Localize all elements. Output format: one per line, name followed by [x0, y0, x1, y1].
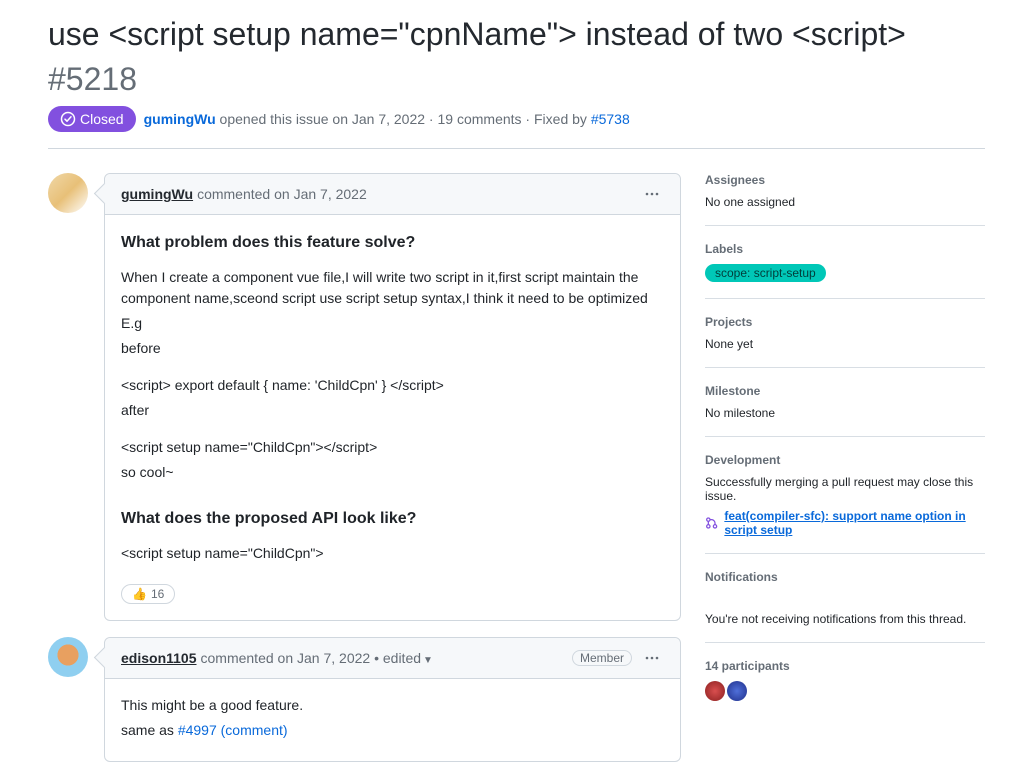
sidebar-milestone: Milestone No milestone [705, 368, 985, 437]
sidebar-participants: 14 participants [705, 643, 985, 717]
comment-author-link[interactable]: gumingWu [121, 186, 193, 202]
body-text: <script> export default { name: 'ChildCp… [121, 375, 664, 396]
issue-author-link[interactable]: gumingWu [144, 111, 216, 127]
comment-action: commented [201, 650, 274, 666]
label-chip[interactable]: scope: script-setup [705, 264, 826, 282]
comment-author-link[interactable]: edison1105 [121, 650, 197, 666]
body-text: This might be a good feature. [121, 695, 664, 716]
sidebar-title: Notifications [705, 570, 985, 584]
comment-header: edison1105 commented on Jan 7, 2022 • ed… [105, 638, 680, 679]
section-heading: What does the proposed API look like? [121, 507, 664, 531]
body-text: When I create a component vue file,I wil… [121, 267, 664, 309]
git-merge-icon [705, 515, 718, 531]
issue-number: #5218 [48, 61, 137, 98]
role-badge: Member [572, 650, 632, 666]
comment-date: on Jan 7, 2022 [274, 186, 367, 202]
state-badge-closed: Closed [48, 106, 136, 132]
sidebar-value: None yet [705, 337, 985, 351]
body-text: <script setup name="ChildCpn"></script> [121, 437, 664, 458]
sidebar-title: Labels [705, 242, 985, 256]
reaction-thumbs-up[interactable]: 👍 16 [121, 584, 175, 604]
comment-menu-button[interactable] [640, 182, 664, 206]
opened-text: opened this issue [220, 111, 329, 127]
sidebar-title: Milestone [705, 384, 985, 398]
sidebar-value: No milestone [705, 406, 985, 420]
comment-action: commented [197, 186, 270, 202]
chevron-down-icon: ▼ [423, 655, 433, 666]
body-text: so cool~ [121, 462, 664, 483]
check-circle-icon [60, 111, 76, 127]
comment-header: gumingWu commented on Jan 7, 2022 [105, 174, 680, 215]
issue-title: use <script setup name="cpnName"> instea… [48, 16, 906, 53]
body-text: E.g [121, 313, 664, 334]
sidebar-title: Development [705, 453, 985, 467]
kebab-icon [644, 186, 660, 202]
body-text: before [121, 338, 664, 359]
comment-body: This might be a good feature. same as #4… [105, 679, 680, 761]
thumbs-up-icon: 👍 [132, 587, 147, 601]
sidebar-development: Development Successfully merging a pull … [705, 437, 985, 554]
linked-pr[interactable]: feat(compiler-sfc): support name option … [705, 509, 985, 537]
avatar[interactable] [48, 173, 88, 213]
sidebar-title: 14 participants [705, 659, 985, 673]
comment-body: What problem does this feature solve? Wh… [105, 215, 680, 584]
sidebar-title: Projects [705, 315, 985, 329]
fixed-by-text: Fixed by [534, 111, 587, 127]
sidebar-assignees: Assignees No one assigned [705, 173, 985, 226]
comments-count: 19 comments [438, 111, 522, 127]
issue-meta: Closed gumingWu opened this issue on Jan… [48, 106, 985, 149]
sidebar-labels: Labels scope: script-setup [705, 226, 985, 299]
sidebar-value: You're not receiving notifications from … [705, 612, 985, 626]
sidebar-notifications: Notifications You're not receiving notif… [705, 554, 985, 643]
reference-link[interactable]: #4997 (comment) [178, 722, 288, 738]
sidebar-value: Successfully merging a pull request may … [705, 475, 985, 503]
reaction-count: 16 [151, 587, 164, 601]
sidebar-title: Assignees [705, 173, 985, 187]
participant-avatar[interactable] [727, 681, 747, 701]
section-heading: What problem does this feature solve? [121, 231, 664, 255]
sidebar-projects: Projects None yet [705, 299, 985, 368]
body-text: <script setup name="ChildCpn"> [121, 543, 664, 564]
comment-date: on Jan 7, 2022 [278, 650, 371, 666]
participant-avatar[interactable] [705, 681, 725, 701]
body-text: after [121, 400, 664, 421]
edited-label[interactable]: edited▼ [383, 650, 433, 666]
opened-date: on Jan 7, 2022 [332, 111, 425, 127]
state-label: Closed [80, 111, 124, 127]
kebab-icon [644, 650, 660, 666]
comment-menu-button[interactable] [640, 646, 664, 670]
fixed-by-link[interactable]: #5738 [591, 111, 630, 127]
sidebar-value: No one assigned [705, 195, 985, 209]
avatar[interactable] [48, 637, 88, 677]
body-text: same as #4997 (comment) [121, 720, 664, 741]
